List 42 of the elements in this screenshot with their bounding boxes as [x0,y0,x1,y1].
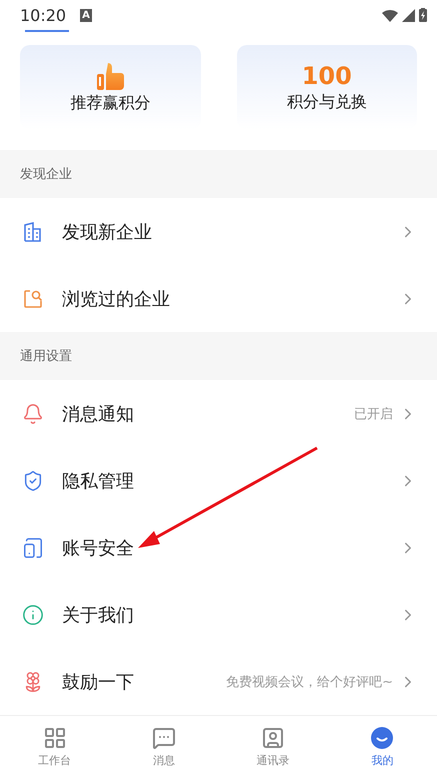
status-time: 10:20 [20,6,66,24]
menu-row[interactable]: 鼓励一下 免费视频会议，给个好评吧~ [0,648,437,715]
menu-row[interactable]: 浏览过的企业 [0,265,437,332]
menu-row[interactable]: 隐私管理 [0,447,437,514]
row-label: 账号安全 [62,536,135,560]
grid-icon [42,726,67,750]
row-label: 鼓励一下 [62,670,135,694]
menu-row[interactable]: 关于我们 [0,581,437,648]
contact-icon [261,726,286,750]
signal-icon [402,8,415,22]
row-value: 免费视频会议，给个好评吧~ [226,674,393,690]
bell-icon [22,402,44,424]
nav-tab[interactable]: 消息 [109,716,218,778]
phone-icon [22,536,44,558]
row-value: 已开启 [354,406,393,422]
nav-tab[interactable]: 工作台 [0,716,110,778]
message-icon [152,726,176,750]
row-label: 发现新企业 [62,220,153,244]
shield-icon [22,470,44,492]
battery-icon [419,8,427,22]
menu-row[interactable]: 消息通知 已开启 [0,380,437,447]
row-label: 消息通知 [62,402,135,426]
tab-indicator [25,30,69,32]
row-label: 隐私管理 [62,470,135,492]
card-label: 积分与兑换 [286,92,367,113]
smile-icon [370,726,394,750]
card-label: 推荐赢积分 [70,93,150,114]
nav-tab[interactable]: 我的 [328,716,437,778]
browsed-icon [22,288,44,310]
keyboard-indicator: A [80,8,92,22]
info-icon [22,604,44,626]
row-label: 关于我们 [62,604,135,626]
wifi-icon [382,8,398,22]
menu-row[interactable]: 发现新企业 [0,198,437,265]
section-title: 通用设置 [20,348,72,365]
menu-row[interactable]: 账号安全 [0,514,437,581]
nav-tab[interactable]: 通讯录 [218,716,328,778]
building-icon [22,220,44,242]
section-title: 发现企业 [20,166,72,183]
thumbs-up-icon [95,61,126,91]
row-label: 浏览过的企业 [62,288,171,310]
points-value: 100 [302,62,352,90]
